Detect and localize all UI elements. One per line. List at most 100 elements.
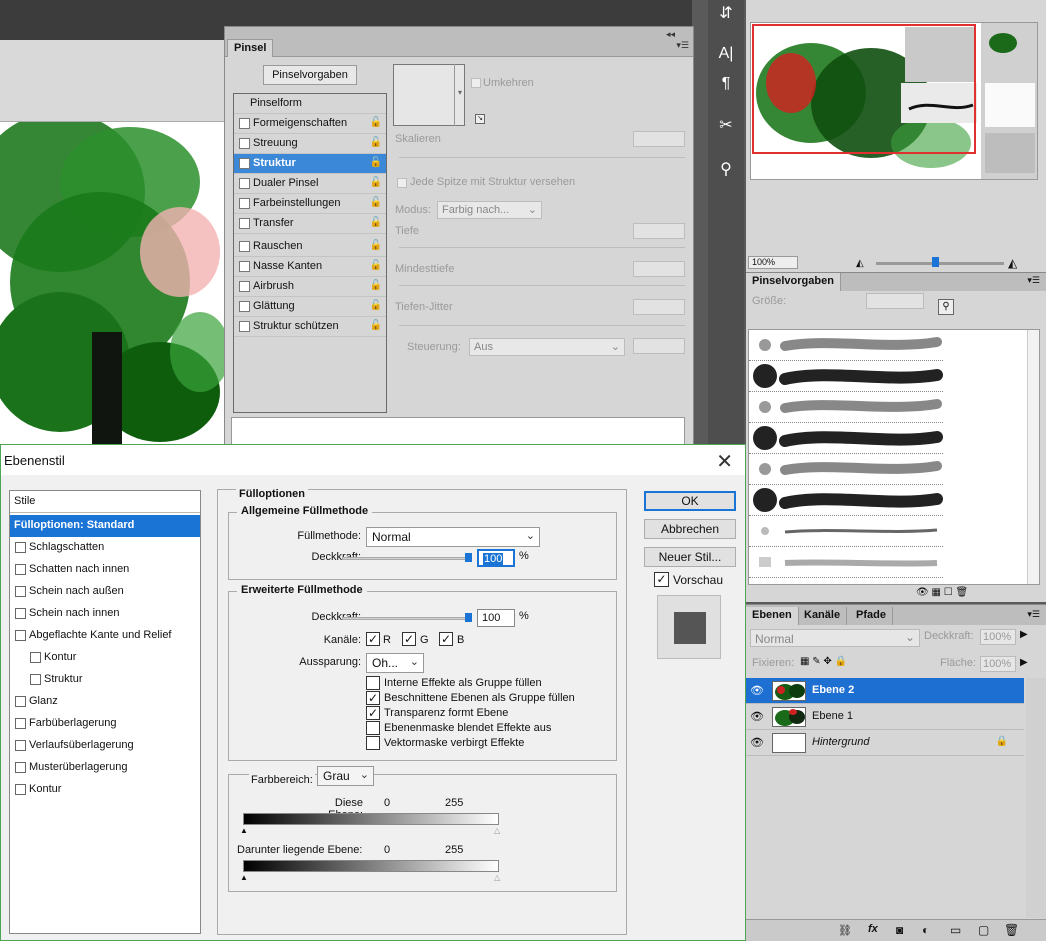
lock-icon[interactable]: 🔓 — [370, 157, 382, 168]
brush-setting-item[interactable]: Formeigenschaften 🔓 — [234, 114, 386, 134]
jede-spitze-checkbox[interactable] — [397, 178, 407, 188]
skalieren-input[interactable] — [633, 131, 685, 147]
close-icon[interactable]: ✕ — [716, 449, 733, 474]
tiefe-input[interactable] — [633, 223, 685, 239]
brush-preset-item[interactable] — [749, 547, 943, 578]
brush-setting-checkbox[interactable] — [239, 241, 250, 252]
paragraph-icon[interactable]: ¶ — [711, 70, 741, 98]
blend-mode-select[interactable]: Normal ⌄ — [750, 629, 920, 647]
brush-preset-item[interactable] — [749, 361, 943, 392]
brush-preset-list[interactable] — [748, 329, 1040, 585]
brush-presets-icon[interactable]: ⚲ — [711, 156, 741, 184]
umkehren-checkbox[interactable] — [471, 78, 481, 88]
channel-g-checkbox[interactable]: ✓ — [402, 632, 416, 646]
brush-presets-button[interactable]: Pinselvorgaben — [263, 65, 357, 85]
brush-setting-checkbox[interactable] — [239, 178, 250, 189]
channel-b-checkbox[interactable]: ✓ — [439, 632, 453, 646]
brush-setting-item[interactable]: Streuung 🔓 — [234, 134, 386, 154]
panel-menu-icon[interactable]: ▾☰ — [1027, 609, 1040, 620]
diese-ebene-white-slider[interactable]: △ — [494, 826, 500, 835]
brush-setting-item[interactable]: Dualer Pinsel 🔓 — [234, 174, 386, 194]
steuerung-input[interactable] — [633, 338, 685, 354]
deckkraft-input[interactable]: 100 — [477, 549, 515, 567]
brush-preset-scrollbar[interactable] — [1027, 330, 1039, 584]
mask-icon[interactable]: ◙ — [896, 923, 903, 937]
steuerung-select[interactable]: Aus ⌄ — [469, 338, 625, 356]
style-checkbox[interactable] — [30, 652, 41, 663]
style-item[interactable]: Schatten nach innen — [10, 559, 200, 581]
style-item[interactable]: Farbüberlagerung — [10, 713, 200, 735]
flaeche-input[interactable]: 100% — [980, 656, 1016, 672]
style-checkbox[interactable] — [15, 718, 26, 729]
tab-pfade[interactable]: Pfade — [850, 607, 893, 625]
history-icon[interactable]: ⇵ — [711, 0, 741, 28]
deckkraft-slider-knob[interactable] — [465, 553, 472, 562]
style-checkbox[interactable] — [15, 740, 26, 751]
zoom-in-icon[interactable]: ◭ — [1008, 256, 1017, 270]
brush-setting-checkbox[interactable] — [239, 118, 250, 129]
lock-icon[interactable]: 🔓 — [370, 280, 382, 291]
collapse-icon[interactable]: ◂◂ — [666, 29, 675, 40]
lock-icon[interactable]: 🔓 — [370, 217, 382, 228]
fill-option-checkbox[interactable] — [366, 736, 380, 750]
triangle-right-icon[interactable]: ▶ — [1020, 629, 1028, 640]
brush-preset-item[interactable] — [749, 485, 943, 516]
groesse-input[interactable] — [866, 293, 924, 309]
brush-setting-item[interactable]: Nasse Kanten 🔓 — [234, 257, 386, 277]
mindesttiefe-input[interactable] — [633, 261, 685, 277]
layers-scrollbar[interactable] — [1026, 678, 1046, 918]
brush-setting-checkbox[interactable] — [239, 138, 250, 149]
style-item[interactable]: Abgeflachte Kante und Relief — [10, 625, 200, 647]
lock-icon[interactable]: 🔓 — [370, 260, 382, 271]
brush-setting-checkbox[interactable] — [239, 198, 250, 209]
new-preset-icon[interactable]: ↘ — [475, 114, 485, 124]
style-item[interactable]: Kontur — [10, 779, 200, 801]
triangle-right-icon[interactable]: ▶ — [1020, 657, 1028, 668]
style-checkbox[interactable] — [15, 784, 26, 795]
tiefen-jitter-slider[interactable] — [399, 325, 685, 326]
style-checkbox[interactable] — [15, 630, 26, 641]
brush-preset-item[interactable] — [749, 392, 943, 423]
neuer-stil-button[interactable]: Neuer Stil... — [644, 547, 736, 567]
document-canvas[interactable] — [0, 122, 226, 445]
lock-icon[interactable]: 🔓 — [370, 117, 382, 128]
texture-dropdown-icon[interactable]: ▾ — [454, 64, 465, 126]
tab-ebenen[interactable]: Ebenen — [746, 607, 799, 625]
brush-setting-checkbox[interactable] — [239, 321, 250, 332]
style-item[interactable]: Musterüberlagerung — [10, 757, 200, 779]
style-item[interactable]: Schein nach innen — [10, 603, 200, 625]
deckkraft-input[interactable]: 100 — [477, 609, 515, 627]
brush-setting-checkbox[interactable] — [239, 281, 250, 292]
zoom-out-icon[interactable]: ◭ — [856, 258, 864, 269]
brush-setting-checkbox[interactable] — [239, 158, 250, 169]
tool-presets-icon[interactable]: ✂ — [711, 112, 741, 140]
zoom-slider[interactable] — [876, 262, 1004, 265]
diese-ebene-gradient[interactable] — [243, 813, 499, 825]
fx-icon[interactable]: fx — [868, 923, 878, 935]
deckkraft-slider[interactable] — [342, 617, 472, 620]
tab-kanaele[interactable]: Kanäle — [798, 607, 848, 625]
lock-icon[interactable]: 🔓 — [370, 300, 382, 311]
fuellmethode-select[interactable]: Normal ⌄ — [366, 527, 540, 547]
folder-icon[interactable]: ▭ — [950, 923, 961, 937]
farbbereich-select[interactable]: Grau ⌄ — [317, 766, 374, 786]
adjustment-icon[interactable]: ◐ — [922, 923, 929, 937]
style-checkbox[interactable] — [15, 564, 26, 575]
new-layer-icon[interactable]: ▢ — [978, 923, 989, 937]
style-item[interactable]: Schlagschatten — [10, 537, 200, 559]
panel-menu-icon[interactable]: ▾☰ — [676, 40, 689, 51]
brush-setting-item[interactable]: Airbrush 🔓 — [234, 277, 386, 297]
style-checkbox[interactable] — [30, 674, 41, 685]
vorschau-checkbox[interactable]: ✓ — [654, 572, 669, 587]
character-icon[interactable]: A| — [711, 40, 741, 68]
tiefen-jitter-input[interactable] — [633, 299, 685, 315]
darunter-gradient[interactable] — [243, 860, 499, 872]
deckkraft-slider[interactable] — [342, 557, 472, 560]
brush-setting-item[interactable]: Transfer 🔓 — [234, 214, 386, 234]
lock-icon[interactable]: 🔓 — [370, 197, 382, 208]
layer-row-ebene-1[interactable]: 👁 Ebene 1 — [746, 704, 1024, 730]
brush-setting-item[interactable]: Rauschen 🔓 — [234, 237, 386, 257]
layer-row-hintergrund[interactable]: 👁 Hintergrund 🔒 — [746, 730, 1024, 756]
style-item[interactable]: Fülloptionen: Standard — [10, 515, 200, 537]
brush-setting-checkbox[interactable] — [239, 218, 250, 229]
